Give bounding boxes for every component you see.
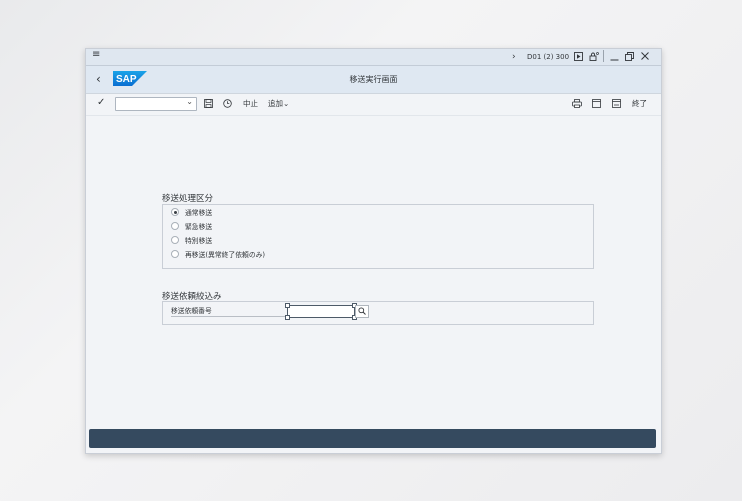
command-field[interactable]: ⌄ (115, 97, 197, 111)
more-label: 追加 (268, 99, 283, 108)
sap-gui-window: ≡ › D01 (2) 300 ‹ SAP 移送実行画面 ✓ ⌄ 中止 追加⌄ … (85, 48, 662, 454)
shortcut-icon[interactable] (612, 99, 621, 112)
chevron-down-icon: ⌄ (283, 99, 290, 108)
radio-button-selected[interactable] (171, 208, 179, 216)
title-bar: ≡ › D01 (2) 300 (86, 49, 661, 66)
radio-button[interactable] (171, 236, 179, 244)
request-number-input[interactable] (287, 305, 355, 318)
more-menu-button[interactable]: 追加⌄ (268, 98, 289, 110)
radio-label: 通常移送 (185, 209, 213, 217)
radio-label: 再移送(異常終了依頼のみ) (185, 251, 266, 259)
radio-button[interactable] (171, 250, 179, 258)
save-icon[interactable] (204, 99, 213, 112)
radio-label: 特別移送 (185, 237, 213, 245)
radio-normal-transport[interactable]: 通常移送 (171, 208, 212, 219)
cancel-button[interactable]: 中止 (243, 98, 258, 110)
exit-button[interactable]: 終了 (632, 98, 647, 110)
processing-group-title: 移送処理区分 (162, 194, 214, 204)
selection-handle (285, 303, 290, 308)
lock-settings-icon[interactable] (589, 52, 599, 65)
divider (603, 50, 604, 62)
chevron-down-icon[interactable]: ⌄ (186, 97, 193, 106)
shell-bar: ‹ SAP 移送実行画面 (86, 66, 661, 94)
restore-icon[interactable] (625, 52, 634, 65)
radio-retransport[interactable]: 再移送(異常終了依頼のみ) (171, 250, 265, 261)
system-info: D01 (2) 300 (527, 53, 570, 61)
radio-button[interactable] (171, 222, 179, 230)
processing-groupbox: 通常移送 緊急移送 特別移送 再移送(異常終了依頼のみ) (162, 204, 594, 269)
minimize-icon[interactable] (610, 52, 619, 65)
value-help-icon[interactable] (355, 305, 369, 318)
label-underline (171, 316, 287, 317)
screen-title: 移送実行画面 (349, 75, 398, 84)
chevron-right-icon[interactable]: › (512, 51, 516, 63)
application-toolbar: ✓ ⌄ 中止 追加⌄ 終了 (86, 94, 661, 116)
new-session-icon[interactable] (592, 99, 601, 112)
radio-special-transport[interactable]: 特別移送 (171, 236, 212, 247)
close-icon[interactable] (641, 52, 649, 64)
filter-groupbox: 移送依頼番号 (162, 301, 594, 325)
radio-urgent-transport[interactable]: 緊急移送 (171, 222, 212, 233)
hamburger-menu-icon[interactable]: ≡ (92, 49, 100, 61)
radio-label: 緊急移送 (185, 223, 213, 231)
clock-icon[interactable] (223, 99, 232, 112)
selection-handle (285, 315, 290, 320)
play-box-icon[interactable] (574, 52, 583, 65)
checkmark-icon[interactable]: ✓ (97, 97, 105, 109)
print-icon[interactable] (572, 99, 582, 112)
status-bar (89, 429, 656, 448)
